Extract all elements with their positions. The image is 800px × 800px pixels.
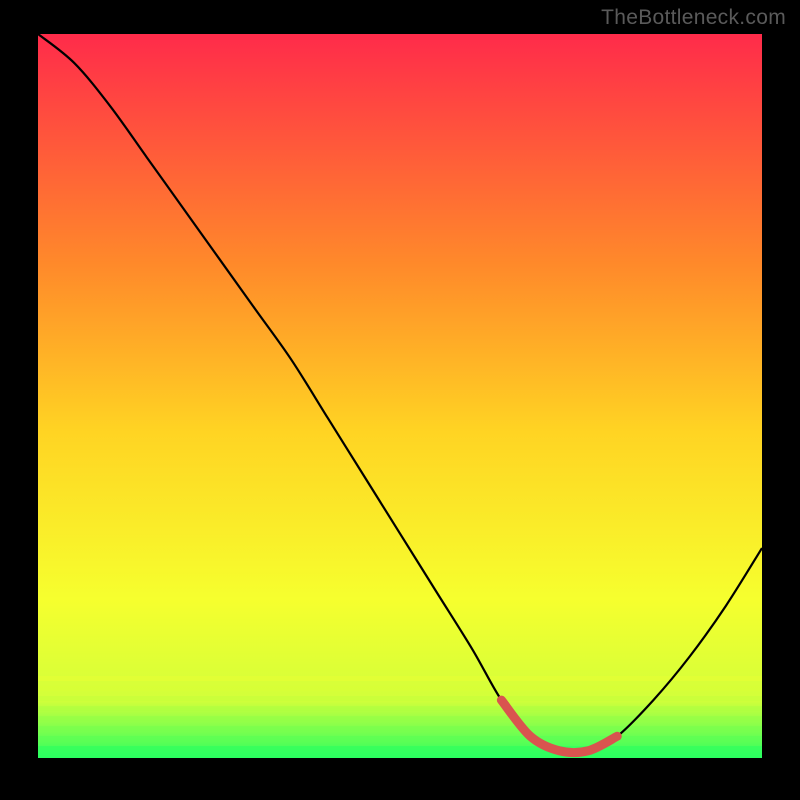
chart-frame: TheBottleneck.com bbox=[0, 0, 800, 800]
plot-area bbox=[38, 34, 762, 758]
bottleneck-chart-svg bbox=[38, 34, 762, 758]
watermark-text: TheBottleneck.com bbox=[601, 6, 786, 30]
gradient-background bbox=[38, 34, 762, 758]
